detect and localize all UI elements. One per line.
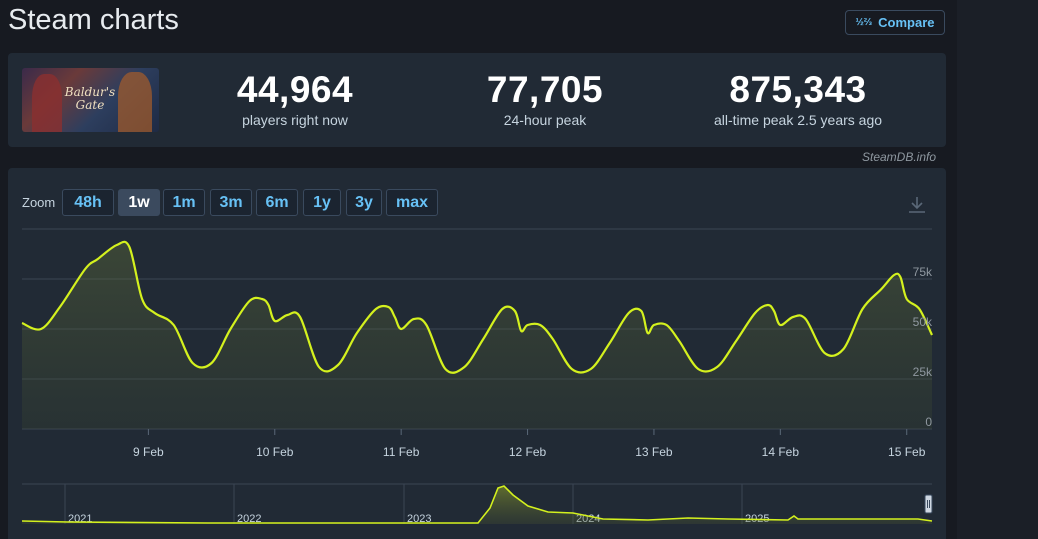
stat-label: players right now (242, 112, 348, 128)
stat-label: all-time peak 2.5 years ago (713, 112, 883, 128)
zoom-button-1y[interactable]: 1y (303, 189, 341, 216)
stat-value: 875,343 (729, 69, 867, 110)
x-tick-label: 10 Feb (256, 445, 294, 459)
x-tick-label: 15 Feb (888, 445, 926, 459)
navigator-handle[interactable] (924, 494, 933, 514)
game-logo-line2: Gate (75, 98, 105, 112)
navigator-year-label: 2021 (68, 513, 92, 525)
zoom-label: Zoom (22, 195, 56, 210)
chart-panel: Zoom 48h 1w 1m 3m 6m 1y 3y max 0 25k 50k 75k 9 Feb… (8, 168, 946, 539)
steamdb-credit[interactable]: SteamDB.info (862, 150, 936, 164)
zoom-button-3m[interactable]: 3m (210, 189, 252, 216)
y-axis-labels: 0 25k 50k 75k (913, 265, 933, 429)
zoom-button-1m[interactable]: 1m (163, 189, 205, 216)
stat-value: 77,705 (486, 69, 604, 110)
compare-label: Compare (878, 15, 935, 30)
navigator-year-label: 2023 (407, 513, 431, 525)
character-figure-right (118, 72, 152, 132)
stat-players-now: 44,964 players right now (170, 69, 420, 129)
x-tick-label: 13 Feb (635, 445, 673, 459)
x-tick-label: 11 Feb (383, 445, 420, 459)
stat-label: 24-hour peak (503, 112, 587, 128)
range-navigator[interactable]: 2021 2022 2023 2024 2025 (21, 483, 933, 525)
navigator-year-label: 2024 (576, 513, 600, 525)
player-count-chart: 0 25k 50k 75k 9 Feb 10 Feb 11 Feb 12 Feb 13 Feb… (21, 228, 933, 525)
chart-line (21, 240, 933, 374)
x-tick-label: 14 Feb (762, 445, 800, 459)
stat-24h-peak: 77,705 24-hour peak (420, 69, 670, 129)
series-line (21, 240, 933, 374)
navigator-line (21, 485, 933, 524)
game-thumbnail[interactable]: Baldur's Gate (22, 68, 159, 132)
x-axis-labels: 9 Feb 10 Feb 11 Feb 12 Feb 13 Feb 14 Feb 15 Fe… (133, 429, 926, 459)
y-tick-label: 25k (913, 365, 933, 379)
series-area (22, 241, 932, 429)
zoom-button-6m[interactable]: 6m (256, 189, 298, 216)
zoom-button-max[interactable]: max (386, 189, 438, 216)
page-title: Steam charts (8, 4, 179, 36)
character-figure-left (32, 74, 62, 132)
zoom-button-3y[interactable]: 3y (346, 189, 382, 216)
right-gutter (957, 0, 1038, 539)
fraction-icon: ½⅔ (855, 16, 873, 28)
navigator-year-label: 2025 (745, 513, 769, 525)
stats-panel: Baldur's Gate 44,964 players right now 7… (8, 53, 946, 147)
y-tick-label: 75k (913, 265, 933, 279)
game-logo: Baldur's Gate (60, 86, 120, 112)
stat-all-time-peak: 875,343 all-time peak 2.5 years ago (673, 69, 923, 129)
chart-area (22, 241, 932, 429)
y-tick-label: 0 (925, 415, 932, 429)
navigator-area (22, 486, 932, 524)
navigator-year-label: 2022 (237, 513, 261, 525)
x-tick-label: 9 Feb (133, 445, 164, 459)
zoom-button-48h[interactable]: 48h (62, 189, 114, 216)
stat-value: 44,964 (236, 69, 354, 110)
compare-button[interactable]: ½⅔ Compare (845, 10, 945, 35)
x-tick-label: 12 Feb (509, 445, 547, 459)
y-tick-label: 50k (913, 315, 933, 329)
zoom-button-1w[interactable]: 1w (118, 189, 160, 216)
download-icon[interactable] (906, 194, 928, 216)
chart-grid (22, 228, 932, 430)
